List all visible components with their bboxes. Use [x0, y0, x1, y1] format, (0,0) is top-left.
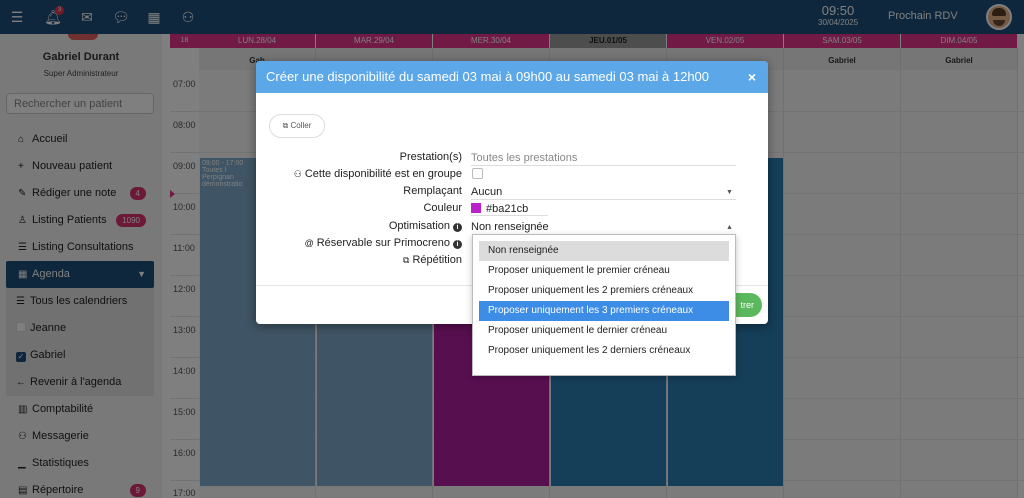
modal-header: Créer une disponibilité du samedi 03 mai…: [256, 61, 768, 93]
dropdown-option[interactable]: Proposer uniquement le dernier créneau: [479, 321, 729, 341]
close-icon[interactable]: ×: [748, 61, 756, 93]
prestation-label: Prestation(s): [399, 151, 462, 163]
dropdown-option[interactable]: Proposer uniquement les 2 premiers créne…: [479, 281, 729, 301]
chevron-down-icon: ▼: [726, 189, 733, 196]
dropdown-option[interactable]: Non renseignée: [479, 241, 729, 261]
info-icon: i: [453, 223, 462, 232]
optimisation-select[interactable]: Non renseignée: [471, 221, 549, 233]
prestation-underline: [471, 165, 736, 166]
dropdown-option[interactable]: Proposer uniquement les 3 premiers créne…: [479, 301, 729, 321]
prestation-input[interactable]: Toutes les prestations: [471, 152, 577, 164]
paste-button-label: Coller: [290, 121, 312, 130]
copy-icon: ⧉: [403, 255, 410, 265]
optimisation-dropdown: Non renseignée Proposer uniquement le pr…: [472, 234, 736, 376]
couleur-input[interactable]: #ba21cb: [471, 203, 528, 215]
optimisation-label: Optimisation i: [389, 220, 462, 232]
groupe-label: ⚇ Cette disponibilité est en groupe: [293, 168, 462, 180]
dropdown-option[interactable]: Proposer uniquement les 2 derniers créne…: [479, 341, 729, 361]
couleur-underline: [471, 215, 548, 216]
remplacant-underline: [471, 199, 736, 200]
repetition-label: ⧉ Répétition: [403, 254, 462, 266]
dropdown-option[interactable]: Proposer uniquement le premier créneau: [479, 261, 729, 281]
modal-title: Créer une disponibilité du samedi 03 mai…: [266, 69, 710, 84]
chevron-up-icon: ▲: [726, 224, 733, 231]
groupe-checkbox[interactable]: [472, 168, 483, 179]
paste-button[interactable]: ⧉ Coller: [269, 114, 325, 138]
reservable-label: @ Réservable sur Primocreno i: [305, 237, 462, 249]
couleur-value: #ba21cb: [486, 203, 529, 215]
remplacant-select[interactable]: Aucun: [471, 186, 502, 198]
users-icon: ⚇: [293, 169, 302, 179]
couleur-label: Couleur: [423, 202, 462, 214]
info-icon: i: [453, 240, 462, 249]
remplacant-label: Remplaçant: [403, 185, 462, 197]
color-swatch[interactable]: [471, 203, 481, 213]
at-icon: @: [304, 238, 314, 248]
copy-icon: ⧉: [282, 121, 291, 130]
